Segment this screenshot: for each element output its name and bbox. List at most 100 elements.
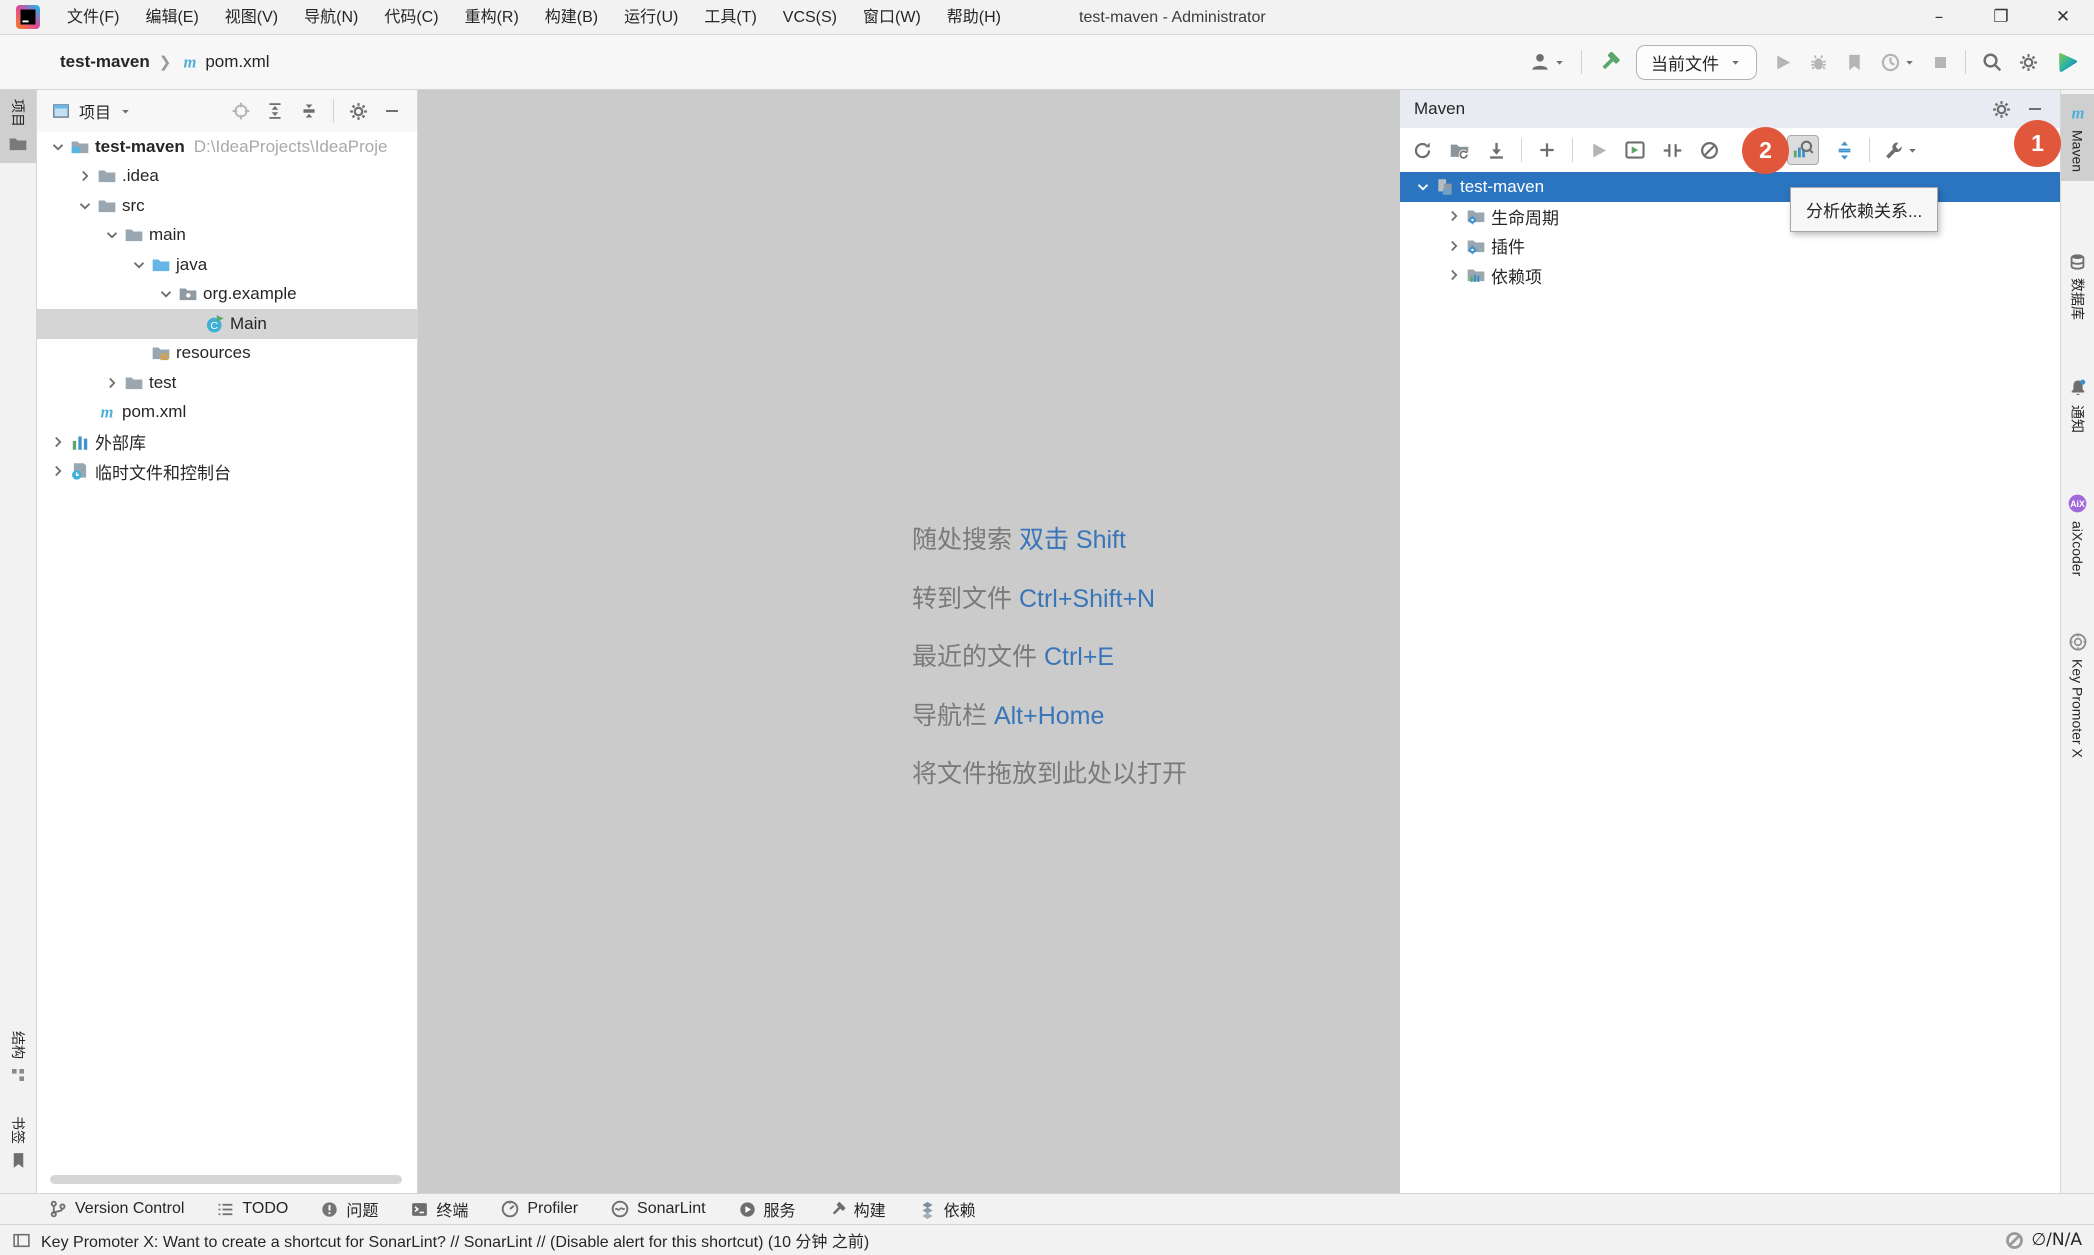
maven-tree-row[interactable]: 插件 bbox=[1400, 231, 2060, 261]
download-sources-button[interactable] bbox=[1484, 140, 1508, 161]
hide-maven-panel-button[interactable] bbox=[2026, 100, 2044, 118]
chevron-down-icon[interactable] bbox=[1412, 178, 1434, 196]
project-panel-title[interactable]: 项目 bbox=[79, 99, 111, 123]
tree-label: 插件 bbox=[1491, 233, 1525, 258]
run-button[interactable] bbox=[1772, 52, 1793, 73]
menu-item[interactable]: 运行(U) bbox=[611, 0, 691, 35]
project-tree-row[interactable]: 外部库 bbox=[37, 427, 417, 457]
run-goal-button[interactable] bbox=[1586, 140, 1610, 161]
maximize-button[interactable]: ❐ bbox=[1970, 0, 2032, 34]
chevron-down-icon[interactable] bbox=[119, 105, 132, 118]
ide-window: 文件(F)编辑(E)视图(V)导航(N)代码(C)重构(R)构建(B)运行(U)… bbox=[0, 0, 2094, 1255]
project-tree-row[interactable]: org.example bbox=[37, 280, 417, 310]
project-tree-row[interactable]: m pom.xml bbox=[37, 398, 417, 428]
build-hammer-button[interactable] bbox=[1597, 50, 1621, 74]
debug-button[interactable] bbox=[1808, 52, 1829, 73]
offline-mode-button[interactable] bbox=[1697, 140, 1721, 161]
close-button[interactable]: ✕ bbox=[2032, 0, 2094, 34]
maven-tree-row[interactable]: 依赖项 bbox=[1400, 261, 2060, 291]
breadcrumb-file[interactable]: m pom.xml bbox=[180, 52, 269, 72]
analyze-dependencies-button[interactable] bbox=[1787, 135, 1819, 165]
project-tree-row[interactable]: 临时文件和控制台 bbox=[37, 457, 417, 487]
chevron-right-icon[interactable] bbox=[47, 462, 69, 480]
stop-button[interactable] bbox=[1931, 53, 1950, 72]
chevron-right-icon[interactable] bbox=[1443, 266, 1465, 284]
stripe-tab-数据库[interactable]: 数据库 bbox=[2061, 243, 2094, 329]
tool-window-button-问题[interactable]: 问题 bbox=[308, 1194, 390, 1224]
execute-goal-button[interactable] bbox=[1623, 139, 1647, 161]
project-tree-row[interactable]: .idea bbox=[37, 162, 417, 192]
tool-window-button-Profiler[interactable]: Profiler bbox=[488, 1194, 590, 1224]
hide-panel-button[interactable] bbox=[383, 102, 401, 120]
project-tree-row[interactable]: test-maven D:\IdeaProjects\IdeaProje bbox=[37, 132, 417, 162]
menu-item[interactable]: 导航(N) bbox=[291, 0, 371, 35]
tool-window-button-Version-Control[interactable]: Version Control bbox=[36, 1194, 196, 1224]
minimize-button[interactable]: – bbox=[1908, 0, 1970, 34]
expand-dependency-button[interactable] bbox=[1832, 140, 1856, 161]
stripe-tab-Key-Promoter-X[interactable]: Key Promoter X bbox=[2061, 623, 2094, 767]
maven-wrench-button[interactable] bbox=[1883, 140, 1919, 161]
add-maven-project-button[interactable] bbox=[1535, 140, 1559, 160]
horizontal-scrollbar[interactable] bbox=[50, 1175, 402, 1184]
maven-tree-row[interactable]: m test-maven bbox=[1400, 172, 2060, 202]
project-tree-row[interactable]: src bbox=[37, 191, 417, 221]
settings-gear-button[interactable] bbox=[2018, 52, 2039, 73]
folder-icon bbox=[123, 225, 145, 245]
menu-item[interactable]: 编辑(E) bbox=[132, 0, 211, 35]
menu-item[interactable]: 重构(R) bbox=[452, 0, 532, 35]
plugin-logo-icon[interactable] bbox=[2054, 49, 2080, 75]
project-tree-row[interactable]: java bbox=[37, 250, 417, 280]
maven-settings-button[interactable] bbox=[1991, 99, 2012, 120]
stripe-tab-Maven[interactable]: m Maven bbox=[2061, 94, 2094, 181]
project-tree-row[interactable]: test bbox=[37, 368, 417, 398]
menu-item[interactable]: 视图(V) bbox=[212, 0, 291, 35]
profiler-button[interactable] bbox=[1880, 52, 1916, 73]
project-tree-row[interactable]: C Main bbox=[37, 309, 417, 339]
tool-window-button-依赖[interactable]: 依赖 bbox=[906, 1194, 988, 1224]
run-configuration-select[interactable]: 当前文件 bbox=[1636, 45, 1757, 80]
menu-item[interactable]: VCS(S) bbox=[770, 0, 850, 35]
toggle-panels-button[interactable] bbox=[12, 1231, 31, 1250]
chevron-right-icon[interactable] bbox=[47, 433, 69, 451]
chevron-right-icon[interactable] bbox=[74, 167, 96, 185]
stripe-tab-书签[interactable]: 书签 bbox=[0, 1107, 36, 1179]
chevron-down-icon[interactable] bbox=[128, 256, 150, 274]
chevron-right-icon[interactable] bbox=[1443, 207, 1465, 225]
tool-window-button-终端[interactable]: 终端 bbox=[398, 1194, 480, 1224]
project-tree-row[interactable]: main bbox=[37, 221, 417, 251]
menu-item[interactable]: 构建(B) bbox=[532, 0, 611, 35]
reload-maven-button[interactable] bbox=[1410, 140, 1434, 161]
stripe-tab-通知[interactable]: 通知 bbox=[2061, 369, 2094, 442]
memory-indicator[interactable]: ∅/N/A bbox=[2004, 1230, 2082, 1251]
tool-window-button-服务[interactable]: 服务 bbox=[726, 1194, 808, 1224]
skip-tests-button[interactable] bbox=[1660, 140, 1684, 161]
stripe-tab-项目[interactable]: 项目 bbox=[0, 90, 36, 163]
stripe-tab-aiXcoder[interactable]: AiX aiXcoder bbox=[2061, 484, 2094, 585]
maven-tree-row[interactable]: 生命周期 bbox=[1400, 202, 2060, 232]
expand-all-button[interactable] bbox=[265, 101, 285, 121]
project-tree-row[interactable]: resources bbox=[37, 339, 417, 369]
generate-sources-button[interactable] bbox=[1447, 140, 1471, 161]
breadcrumb-project[interactable]: test-maven bbox=[60, 52, 150, 72]
menu-item[interactable]: 代码(C) bbox=[371, 0, 451, 35]
chevron-right-icon[interactable] bbox=[101, 374, 123, 392]
chevron-down-icon[interactable] bbox=[74, 197, 96, 215]
stripe-tab-结构[interactable]: 结构 bbox=[0, 1022, 36, 1093]
menu-item[interactable]: 工具(T) bbox=[691, 0, 769, 35]
locate-file-button[interactable] bbox=[231, 101, 251, 121]
menu-item[interactable]: 帮助(H) bbox=[934, 0, 1014, 35]
tool-window-button-SonarLint[interactable]: SonarLint bbox=[598, 1194, 718, 1224]
tool-window-button-构建[interactable]: 构建 bbox=[816, 1194, 898, 1224]
chevron-down-icon[interactable] bbox=[47, 138, 69, 156]
menu-item[interactable]: 窗口(W) bbox=[850, 0, 934, 35]
chevron-right-icon[interactable] bbox=[1443, 237, 1465, 255]
tool-window-button-TODO[interactable]: TODO bbox=[204, 1194, 300, 1224]
panel-settings-button[interactable] bbox=[348, 101, 369, 122]
user-account-button[interactable] bbox=[1529, 51, 1566, 73]
coverage-button[interactable] bbox=[1844, 52, 1865, 73]
search-everywhere-button[interactable] bbox=[1981, 51, 2003, 73]
collapse-all-button[interactable] bbox=[299, 101, 319, 121]
chevron-down-icon[interactable] bbox=[155, 285, 177, 303]
chevron-down-icon[interactable] bbox=[101, 226, 123, 244]
menu-item[interactable]: 文件(F) bbox=[54, 0, 132, 35]
